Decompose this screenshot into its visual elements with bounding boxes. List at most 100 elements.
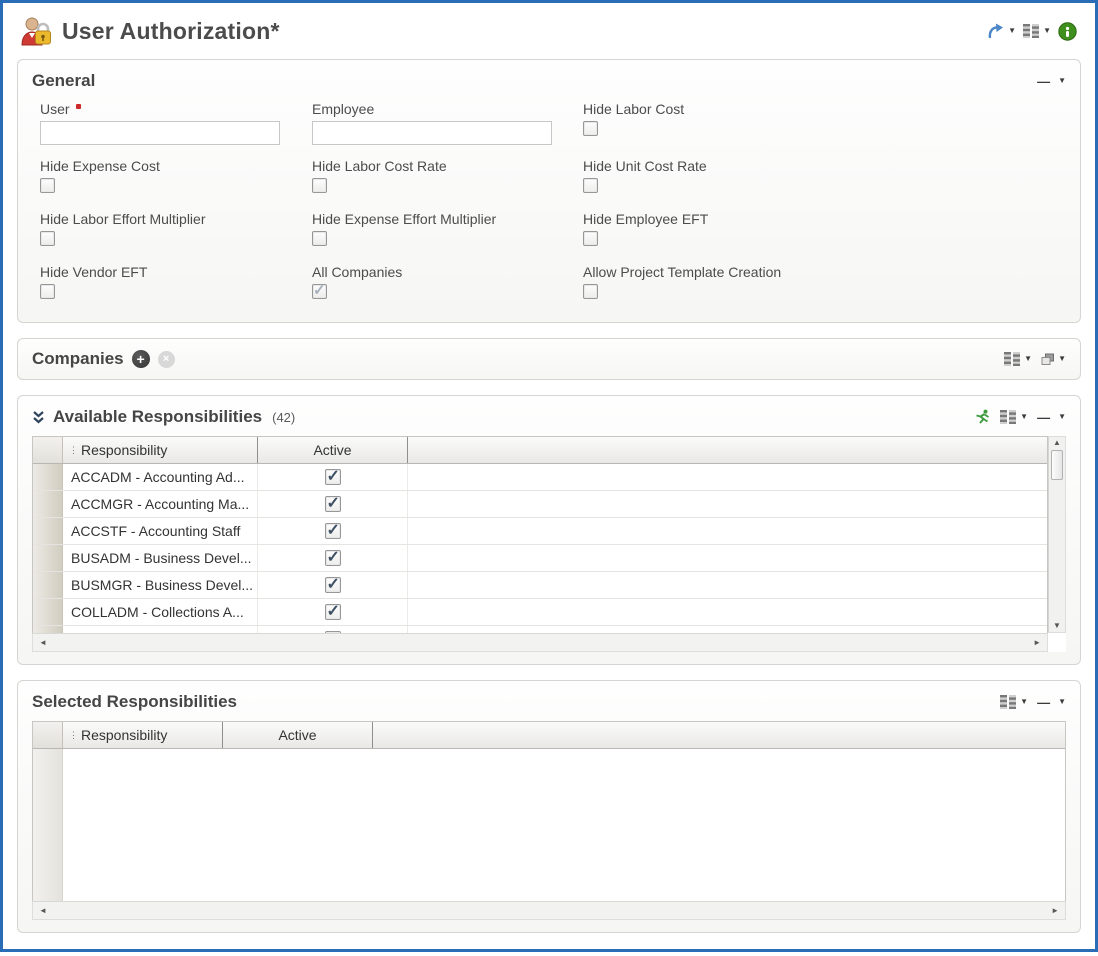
responsibility-cell[interactable] [63, 626, 258, 633]
scroll-left-icon[interactable]: ◄ [39, 907, 47, 915]
column-header-label: Responsibility [81, 442, 167, 458]
add-company-button[interactable]: + [132, 350, 150, 368]
checkbox-label: Hide Expense Cost [40, 158, 160, 174]
columns-dropdown-button[interactable]: ▼ [1023, 24, 1051, 38]
responsibility-cell[interactable]: ACCSTF - Accounting Staff [63, 518, 258, 544]
user-authorization-page: User Authorization* ▼ [0, 0, 1098, 952]
available-grid: ⋮ Responsibility Active ACCADM - Account… [32, 436, 1066, 652]
filler-cell [408, 626, 1047, 633]
available-responsibilities-section: Available Responsibilities (42) [17, 395, 1081, 665]
active-checkbox[interactable] [325, 550, 341, 566]
column-header-active[interactable]: Active [258, 437, 408, 463]
section-menu-button[interactable]: ▼ [1058, 413, 1066, 421]
hide-vendor-eft-checkbox[interactable] [40, 284, 55, 299]
hide-labor-cost-checkbox[interactable] [583, 121, 598, 136]
row-selector[interactable] [33, 545, 63, 571]
column-header-label: Responsibility [81, 727, 167, 743]
available-table-header: ⋮ Responsibility Active [33, 437, 1047, 464]
column-header-active[interactable]: Active [223, 722, 373, 748]
all-companies-checkbox[interactable] [312, 284, 327, 299]
column-header-responsibility[interactable]: ⋮ Responsibility [63, 437, 258, 463]
table-row[interactable]: ACCADM - Accounting Ad... [33, 464, 1047, 491]
select-all-gutter[interactable] [33, 437, 63, 463]
selected-grid: ⋮ Responsibility Active ◄ ► [32, 721, 1066, 920]
selected-responsibilities-section: Selected Responsibilities ▼ — ▼ [17, 680, 1081, 933]
scroll-left-icon[interactable]: ◄ [39, 639, 47, 647]
double-chevron-down-icon[interactable] [32, 410, 45, 425]
responsibility-cell[interactable]: BUSMGR - Business Devel... [63, 572, 258, 598]
scrollbar-corner [1048, 633, 1066, 652]
hide-expense-effort-multiplier-checkbox[interactable] [312, 231, 327, 246]
scroll-up-icon[interactable]: ▲ [1053, 439, 1061, 447]
responsibility-cell[interactable]: BUSADM - Business Devel... [63, 545, 258, 571]
active-checkbox[interactable] [325, 604, 341, 620]
horizontal-scrollbar[interactable]: ◄ ► [32, 633, 1048, 652]
active-cell [258, 626, 408, 633]
active-checkbox[interactable] [325, 496, 341, 512]
column-header-label: Active [278, 727, 316, 743]
user-input[interactable] [40, 121, 280, 145]
collapse-button[interactable]: — [1037, 75, 1049, 88]
columns-dropdown-button[interactable]: ▼ [1004, 352, 1032, 366]
checkbox-group: Hide Unit Cost Rate [583, 158, 1058, 198]
info-button[interactable] [1058, 22, 1077, 41]
responsibility-cell[interactable]: ACCADM - Accounting Ad... [63, 464, 258, 490]
collapse-button[interactable]: — [1037, 696, 1049, 709]
table-row[interactable]: ACCMGR - Accounting Ma... [33, 491, 1047, 518]
hide-labor-cost-rate-checkbox[interactable] [312, 178, 327, 193]
hide-employee-eft-checkbox[interactable] [583, 231, 598, 246]
row-selector[interactable] [33, 572, 63, 598]
table-row[interactable]: BUSMGR - Business Devel... [33, 572, 1047, 599]
checkbox-group: Hide Expense Cost [40, 158, 312, 198]
employee-input[interactable] [312, 121, 552, 145]
windows-dropdown-button[interactable]: ▼ [1041, 353, 1066, 366]
select-all-gutter[interactable] [33, 722, 63, 748]
remove-company-button[interactable]: × [158, 351, 175, 368]
table-row[interactable]: ACCSTF - Accounting Staff [33, 518, 1047, 545]
page-title: User Authorization* [62, 18, 280, 45]
vertical-scrollbar[interactable]: ▲ ▼ [1048, 436, 1066, 633]
checkbox-group: All Companies [312, 264, 583, 304]
section-menu-button[interactable]: ▼ [1058, 77, 1066, 85]
hide-unit-cost-rate-checkbox[interactable] [583, 178, 598, 193]
active-checkbox[interactable] [325, 577, 341, 593]
checkbox-label: All Companies [312, 264, 402, 280]
responsibility-cell[interactable]: COLLADM - Collections A... [63, 599, 258, 625]
allow-project-template-creation-checkbox[interactable] [583, 284, 598, 299]
responsibility-cell[interactable]: ACCMGR - Accounting Ma... [63, 491, 258, 517]
active-checkbox[interactable] [325, 523, 341, 539]
scrollbar-thumb[interactable] [1051, 450, 1063, 480]
columns-dropdown-button[interactable]: ▼ [1000, 410, 1028, 424]
row-selector[interactable] [33, 626, 63, 633]
workflow-dropdown-button[interactable]: ▼ [987, 23, 1016, 40]
checkbox-label: Hide Unit Cost Rate [583, 158, 707, 174]
scroll-right-icon[interactable]: ► [1033, 639, 1041, 647]
row-selector[interactable] [33, 491, 63, 517]
checkbox-group: Hide Labor Effort Multiplier [40, 211, 312, 251]
drag-handle-icon: ⋮ [69, 445, 77, 456]
active-checkbox[interactable] [325, 631, 341, 633]
section-menu-button[interactable]: ▼ [1058, 698, 1066, 706]
hide-labor-effort-multiplier-checkbox[interactable] [40, 231, 55, 246]
scroll-right-icon[interactable]: ► [1051, 907, 1059, 915]
chevron-down-icon: ▼ [1020, 698, 1028, 706]
row-selector[interactable] [33, 599, 63, 625]
column-header-responsibility[interactable]: ⋮ Responsibility [63, 722, 223, 748]
active-checkbox[interactable] [325, 469, 341, 485]
row-selector[interactable] [33, 518, 63, 544]
horizontal-scrollbar[interactable]: ◄ ► [32, 901, 1066, 920]
required-marker [76, 104, 81, 109]
table-row[interactable]: BUSADM - Business Devel... [33, 545, 1047, 572]
table-row[interactable] [33, 626, 1047, 633]
scroll-down-icon[interactable]: ▼ [1053, 622, 1061, 630]
filler-cell [408, 599, 1047, 625]
columns-dropdown-button[interactable]: ▼ [1000, 695, 1028, 709]
collapse-button[interactable]: — [1037, 411, 1049, 424]
run-action-button[interactable] [974, 409, 991, 425]
hide-expense-cost-checkbox[interactable] [40, 178, 55, 193]
table-row[interactable]: COLLADM - Collections A... [33, 599, 1047, 626]
selected-table-body [32, 749, 1066, 901]
chevron-down-icon: ▼ [1058, 355, 1066, 363]
checkbox-group: Hide Employee EFT [583, 211, 1058, 251]
row-selector[interactable] [33, 464, 63, 490]
